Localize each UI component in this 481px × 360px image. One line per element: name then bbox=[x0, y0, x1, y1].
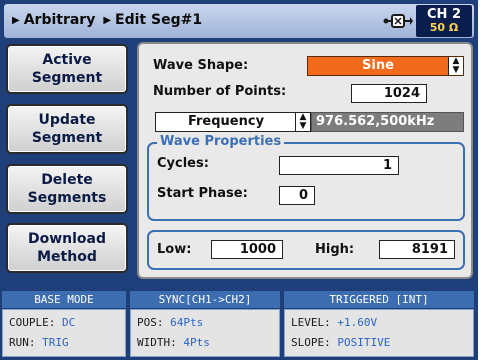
run-value: TRIG bbox=[42, 336, 69, 349]
width-key: WIDTH: bbox=[137, 336, 177, 349]
button-label-line1: Delete bbox=[41, 172, 93, 188]
start-phase-label: Start Phase: bbox=[157, 186, 248, 201]
frequency-readout: 976.562,500kHz bbox=[311, 112, 464, 132]
wave-properties-group: Wave Properties Cycles: 1 Start Phase: 0 bbox=[147, 134, 465, 221]
button-label-line1: Download bbox=[27, 231, 107, 247]
cycles-label: Cycles: bbox=[157, 156, 209, 171]
slope-key: SLOPE: bbox=[291, 336, 331, 349]
update-segment-button[interactable]: Update Segment bbox=[6, 104, 128, 154]
slope-value: POSITIVE bbox=[337, 336, 391, 349]
sync-header: SYNC[CH1->CH2] bbox=[130, 291, 280, 308]
breadcrumb-item-edit-seg: Edit Seg#1 bbox=[115, 12, 203, 28]
high-field[interactable]: 8191 bbox=[379, 240, 455, 259]
base-mode-panel: COUPLE: DC RUN: TRIG bbox=[2, 309, 126, 357]
instrument-screen: ▶ Arbitrary ▶ Edit Seg#1 CH 2 50 Ω Active S… bbox=[0, 0, 478, 360]
number-of-points-label: Number of Points: bbox=[153, 84, 287, 99]
pos-key: POS: bbox=[137, 316, 164, 329]
pos-line: POS: 64Pts bbox=[137, 316, 203, 329]
button-label-line2: Segment bbox=[31, 130, 103, 146]
slope-line: SLOPE: POSITIVE bbox=[291, 336, 390, 349]
base-mode-header: BASE MODE bbox=[2, 291, 126, 308]
play-arrow-icon: ▶ bbox=[103, 15, 112, 26]
usb-icon bbox=[383, 14, 413, 28]
wave-properties-title: Wave Properties bbox=[157, 134, 285, 149]
play-arrow-icon: ▶ bbox=[12, 15, 20, 26]
level-key: LEVEL: bbox=[291, 316, 331, 329]
up-down-arrows-icon: ▲ ▼ bbox=[448, 57, 463, 75]
cycles-field[interactable]: 1 bbox=[279, 156, 399, 175]
active-segment-button[interactable]: Active Segment bbox=[6, 44, 128, 94]
width-value: 4Pts bbox=[183, 336, 210, 349]
up-down-arrows-icon: ▲ ▼ bbox=[295, 113, 310, 131]
breadcrumb: ▶ Arbitrary ▶ Edit Seg#1 bbox=[12, 12, 210, 28]
low-field[interactable]: 1000 bbox=[211, 240, 283, 259]
wave-shape-label: Wave Shape: bbox=[153, 58, 249, 73]
button-label-line1: Active bbox=[42, 52, 92, 68]
impedance-label: 50 Ω bbox=[429, 21, 459, 34]
couple-value: DC bbox=[61, 316, 76, 329]
pos-value: 64Pts bbox=[170, 316, 204, 329]
wave-shape-value: Sine bbox=[362, 58, 394, 73]
trigger-panel: LEVEL: +1.60V SLOPE: POSITIVE bbox=[284, 309, 474, 357]
frequency-mode-value: Frequency bbox=[187, 114, 265, 129]
button-label-line1: Update bbox=[38, 112, 96, 128]
triggered-header: TRIGGERED [INT] bbox=[284, 291, 474, 308]
segment-range-group: Low: 1000 High: 8191 bbox=[147, 230, 465, 270]
download-method-button[interactable]: Download Method bbox=[6, 223, 128, 273]
delete-segments-button[interactable]: Delete Segments bbox=[6, 164, 128, 214]
button-label-line2: Segment bbox=[31, 70, 103, 86]
sync-panel: POS: 64Pts WIDTH: 4Pts bbox=[130, 309, 280, 357]
couple-line: COUPLE: DC bbox=[9, 316, 75, 329]
width-line: WIDTH: 4Pts bbox=[137, 336, 210, 349]
low-label: Low: bbox=[157, 242, 192, 257]
channel-badge[interactable]: CH 2 50 Ω bbox=[416, 5, 472, 37]
channel-label: CH 2 bbox=[427, 7, 461, 22]
button-label-line2: Method bbox=[37, 249, 97, 265]
start-phase-field[interactable]: 0 bbox=[279, 186, 315, 205]
high-label: High: bbox=[315, 242, 355, 257]
frequency-mode-dropdown[interactable]: Frequency ▲ ▼ bbox=[155, 112, 311, 132]
run-key: RUN: bbox=[9, 336, 36, 349]
number-of-points-field[interactable]: 1024 bbox=[351, 84, 427, 103]
breadcrumb-item-arbitrary[interactable]: Arbitrary bbox=[24, 12, 96, 28]
status-bar: BASE MODE COUPLE: DC RUN: TRIG SYNC[CH1-… bbox=[0, 288, 478, 360]
level-line: LEVEL: +1.60V bbox=[291, 316, 377, 329]
segment-editor-panel: Wave Shape: Sine ▲ ▼ Number of Points: 10… bbox=[137, 42, 473, 279]
couple-key: COUPLE: bbox=[9, 316, 56, 329]
wave-shape-dropdown[interactable]: Sine ▲ ▼ bbox=[307, 56, 464, 76]
title-bar: ▶ Arbitrary ▶ Edit Seg#1 CH 2 50 Ω bbox=[4, 4, 474, 38]
level-value: +1.60V bbox=[337, 316, 378, 329]
button-label-line2: Segments bbox=[27, 190, 107, 206]
run-line: RUN: TRIG bbox=[9, 336, 69, 349]
